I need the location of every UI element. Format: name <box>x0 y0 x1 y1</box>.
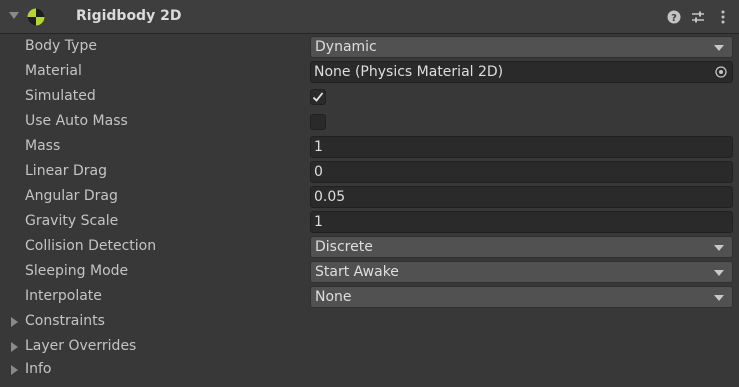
constraints-label: Constraints <box>25 313 105 329</box>
body-type-row: Body Type Dynamic <box>0 35 739 60</box>
linear-drag-input[interactable]: 0 <box>310 161 733 183</box>
linear-drag-row: Linear Drag 0 <box>0 160 739 185</box>
angular-drag-input[interactable]: 0.05 <box>310 186 733 208</box>
chevron-right-icon[interactable] <box>11 317 18 327</box>
gravity-scale-row: Gravity Scale 1 <box>0 210 739 235</box>
interpolate-value: None <box>315 289 352 305</box>
component-header[interactable]: Rigidbody 2D ? <box>0 0 739 34</box>
material-row: Material None (Physics Material 2D) <box>0 60 739 85</box>
object-picker-icon[interactable] <box>710 62 732 82</box>
sleeping-mode-value: Start Awake <box>315 264 399 280</box>
presets-icon[interactable] <box>690 9 706 25</box>
expand-arrow-icon[interactable] <box>9 12 19 19</box>
collision-detection-label: Collision Detection <box>25 238 157 254</box>
material-label: Material <box>25 63 82 79</box>
chevron-down-icon <box>714 245 724 251</box>
chevron-right-icon[interactable] <box>11 342 18 352</box>
kebab-menu-icon[interactable] <box>715 9 731 25</box>
linear-drag-value: 0 <box>314 164 323 180</box>
component-title: Rigidbody 2D <box>76 8 182 24</box>
info-label: Info <box>25 361 52 377</box>
chevron-down-icon <box>714 270 724 276</box>
chevron-right-icon[interactable] <box>11 365 18 375</box>
use-auto-mass-row: Use Auto Mass <box>0 110 739 135</box>
mass-label: Mass <box>25 138 61 154</box>
angular-drag-row: Angular Drag 0.05 <box>0 185 739 210</box>
svg-text:?: ? <box>671 13 677 24</box>
chevron-down-icon <box>714 295 724 301</box>
interpolate-label: Interpolate <box>25 288 102 304</box>
gravity-scale-input[interactable]: 1 <box>310 211 733 233</box>
gravity-scale-label: Gravity Scale <box>25 213 119 229</box>
interpolate-row: Interpolate None <box>0 285 739 310</box>
sleeping-mode-label: Sleeping Mode <box>25 263 129 279</box>
simulated-label: Simulated <box>25 88 96 104</box>
mass-value: 1 <box>314 139 323 155</box>
body-type-label: Body Type <box>25 38 97 54</box>
use-auto-mass-checkbox[interactable] <box>310 114 326 130</box>
collision-detection-value: Discrete <box>315 239 373 255</box>
layer-overrides-foldout[interactable]: Layer Overrides <box>0 335 739 360</box>
angular-drag-value: 0.05 <box>314 189 346 205</box>
info-foldout[interactable]: Info <box>0 358 739 383</box>
use-auto-mass-label: Use Auto Mass <box>25 113 128 129</box>
material-value: None (Physics Material 2D) <box>314 64 504 80</box>
mass-input[interactable]: 1 <box>310 136 733 158</box>
simulated-checkbox[interactable] <box>310 89 326 105</box>
layer-overrides-label: Layer Overrides <box>25 338 137 354</box>
simulated-row: Simulated <box>0 85 739 110</box>
constraints-foldout[interactable]: Constraints <box>0 310 739 335</box>
linear-drag-label: Linear Drag <box>25 163 107 179</box>
checkmark-icon <box>312 92 324 102</box>
sleeping-mode-dropdown[interactable]: Start Awake <box>310 261 733 283</box>
collision-detection-dropdown[interactable]: Discrete <box>310 236 733 258</box>
angular-drag-label: Angular Drag <box>25 188 118 204</box>
help-icon[interactable]: ? <box>666 9 682 25</box>
mass-row: Mass 1 <box>0 135 739 160</box>
gravity-scale-value: 1 <box>314 214 323 230</box>
body-type-value: Dynamic <box>315 39 377 55</box>
collision-detection-row: Collision Detection Discrete <box>0 235 739 260</box>
rigidbody2d-icon <box>27 8 45 26</box>
chevron-down-icon <box>714 45 724 51</box>
interpolate-dropdown[interactable]: None <box>310 286 733 308</box>
material-object-field[interactable]: None (Physics Material 2D) <box>310 61 733 83</box>
body-type-dropdown[interactable]: Dynamic <box>310 36 733 58</box>
sleeping-mode-row: Sleeping Mode Start Awake <box>0 260 739 285</box>
